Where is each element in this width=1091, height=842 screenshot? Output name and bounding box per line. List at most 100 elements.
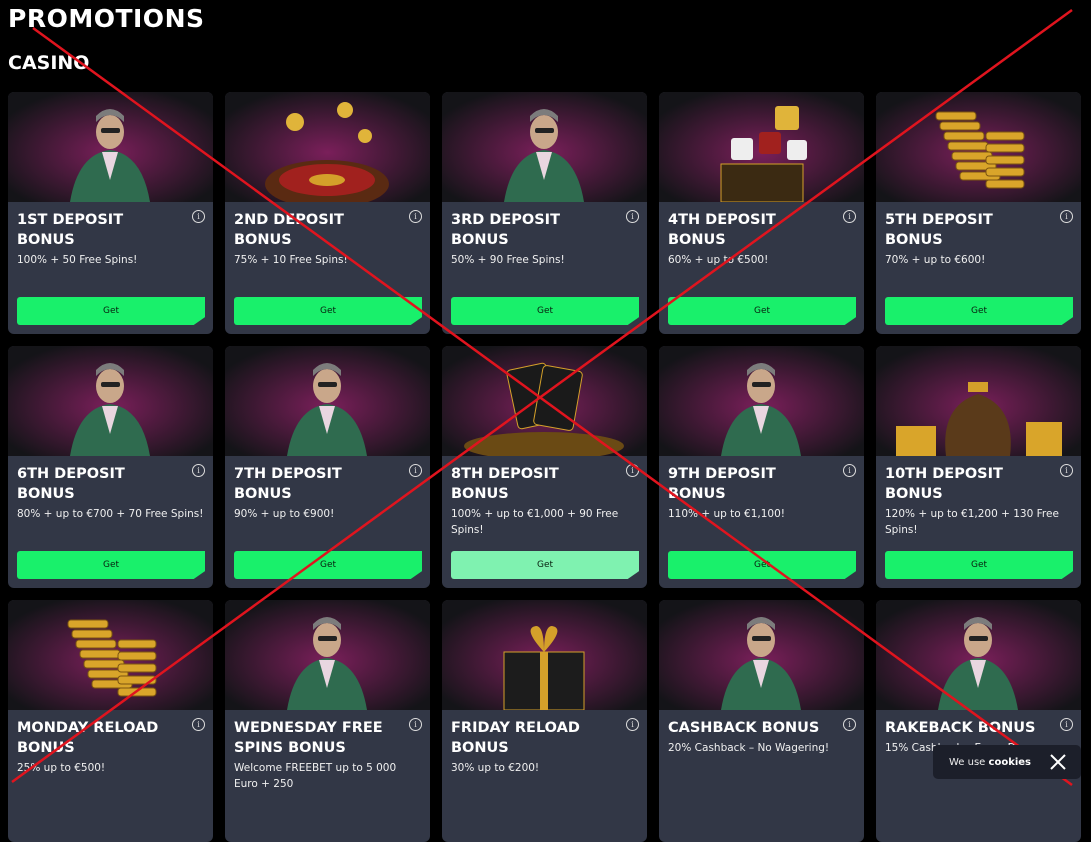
promo-body: 5TH DEPOSIT BONUS 70% + up to €600! i: [876, 202, 1081, 268]
promo-card: CASHBACK BONUS 20% Cashback – No Wagering…: [659, 600, 864, 842]
get-button[interactable]: Get: [234, 297, 422, 325]
info-icon[interactable]: i: [626, 210, 639, 223]
promo-card: FRIDAY RELOAD BONUS 30% up to €200! i: [442, 600, 647, 842]
promo-description: 60% + up to €500!: [668, 254, 769, 266]
promo-body: 6TH DEPOSIT BONUS 80% + up to €700 + 70 F…: [8, 456, 213, 522]
promo-title: 3RD DEPOSIT BONUS: [451, 212, 560, 248]
promo-image: [659, 600, 864, 710]
promo-body: 4TH DEPOSIT BONUS 60% + up to €500! i: [659, 202, 864, 268]
promo-image: [8, 92, 213, 202]
get-button[interactable]: Get: [451, 297, 639, 325]
page-title: PROMOTIONS: [8, 4, 205, 33]
promo-image: [225, 92, 430, 202]
info-icon[interactable]: i: [626, 718, 639, 731]
close-icon[interactable]: [1049, 753, 1067, 771]
info-icon[interactable]: i: [843, 210, 856, 223]
promo-description: Welcome FREEBET up to 5 000 Euro + 250: [234, 762, 397, 790]
promo-body: 1ST DEPOSIT BONUS 100% + 50 Free Spins! i: [8, 202, 213, 268]
promo-title: 6TH DEPOSIT BONUS: [17, 466, 125, 502]
promo-body: MONDAY RELOAD BONUS 25% up to €500! i: [8, 710, 213, 776]
promo-description: 75% + 10 Free Spins!: [234, 254, 348, 266]
promo-title: CASHBACK BONUS: [668, 720, 820, 736]
promo-description: 70% + up to €600!: [885, 254, 986, 266]
promo-image: [225, 346, 430, 456]
promo-card: 7TH DEPOSIT BONUS 90% + up to €900! i Get: [225, 346, 430, 588]
promo-card: RAKEBACK BONUS15% Cashback – Every Dayi: [876, 600, 1081, 842]
info-icon[interactable]: i: [409, 210, 422, 223]
info-icon[interactable]: i: [843, 718, 856, 731]
promo-title: 10TH DEPOSIT BONUS: [885, 466, 1003, 502]
promo-body: 10TH DEPOSIT BONUS 120% + up to €1,200 + …: [876, 456, 1081, 538]
get-button[interactable]: Get: [885, 297, 1073, 325]
info-icon[interactable]: i: [192, 718, 205, 731]
promo-description: 100% + 50 Free Spins!: [17, 254, 138, 266]
get-button[interactable]: Get: [885, 551, 1073, 579]
promo-body: WEDNESDAY FREE SPINS BONUS Welcome FREEBE…: [225, 710, 430, 792]
promo-title: 9TH DEPOSIT BONUS: [668, 466, 776, 502]
promo-image: [659, 92, 864, 202]
promo-card: MONDAY RELOAD BONUS 25% up to €500! i: [8, 600, 213, 842]
get-button[interactable]: Get: [451, 551, 639, 579]
promo-description: 100% + up to €1,000 + 90 Free Spins!: [451, 508, 619, 536]
info-icon[interactable]: i: [1060, 464, 1073, 477]
promotions-grid: 1ST DEPOSIT BONUS 100% + 50 Free Spins! i G…: [8, 92, 1081, 842]
promo-body: 9TH DEPOSIT BONUS 110% + up to €1,100! i: [659, 456, 864, 522]
promo-description: 80% + up to €700 + 70 Free Spins!: [17, 508, 204, 520]
section-title: CASINO: [8, 52, 90, 74]
promo-description: 120% + up to €1,200 + 130 Free Spins!: [885, 508, 1059, 536]
promo-description: 90% + up to €900!: [234, 508, 335, 520]
promo-description: 110% + up to €1,100!: [668, 508, 785, 520]
promo-body: 3RD DEPOSIT BONUS 50% + 90 Free Spins! i: [442, 202, 647, 268]
get-button[interactable]: Get: [668, 297, 856, 325]
promo-description: 30% up to €200!: [451, 762, 540, 774]
info-icon[interactable]: i: [192, 210, 205, 223]
promo-title: 4TH DEPOSIT BONUS: [668, 212, 776, 248]
info-icon[interactable]: i: [409, 464, 422, 477]
get-button[interactable]: Get: [234, 551, 422, 579]
promo-title: 1ST DEPOSIT BONUS: [17, 212, 124, 248]
promo-body: 2ND DEPOSIT BONUS 75% + 10 Free Spins! i: [225, 202, 430, 268]
promo-description: 25% up to €500!: [17, 762, 106, 774]
promo-body: CASHBACK BONUS 20% Cashback – No Wagering…: [659, 710, 864, 756]
promo-title: WEDNESDAY FREE SPINS BONUS: [234, 720, 383, 756]
info-icon[interactable]: i: [409, 718, 422, 731]
promo-image: [8, 346, 213, 456]
promo-image: [442, 600, 647, 710]
get-button[interactable]: Get: [17, 551, 205, 579]
info-icon[interactable]: i: [626, 464, 639, 477]
info-icon[interactable]: i: [843, 464, 856, 477]
promo-card: 10TH DEPOSIT BONUS 120% + up to €1,200 + …: [876, 346, 1081, 588]
promo-card: 8TH DEPOSIT BONUS 100% + up to €1,000 + 9…: [442, 346, 647, 588]
promo-image: [876, 600, 1081, 710]
promo-description: 50% + 90 Free Spins!: [451, 254, 565, 266]
promo-title: RAKEBACK BONUS: [885, 720, 1036, 736]
promo-title: 5TH DEPOSIT BONUS: [885, 212, 993, 248]
cookie-text: We use cookies: [949, 756, 1032, 768]
promo-title: 2ND DEPOSIT BONUS: [234, 212, 344, 248]
info-icon[interactable]: i: [1060, 718, 1073, 731]
info-icon[interactable]: i: [192, 464, 205, 477]
promo-card: 4TH DEPOSIT BONUS 60% + up to €500! i Get: [659, 92, 864, 334]
promo-title: MONDAY RELOAD BONUS: [17, 720, 159, 756]
promo-body: FRIDAY RELOAD BONUS 30% up to €200! i: [442, 710, 647, 776]
info-icon[interactable]: i: [1060, 210, 1073, 223]
promo-card: WEDNESDAY FREE SPINS BONUS Welcome FREEBE…: [225, 600, 430, 842]
promo-card: 6TH DEPOSIT BONUS 80% + up to €700 + 70 F…: [8, 346, 213, 588]
get-button[interactable]: Get: [17, 297, 205, 325]
promo-description: 20% Cashback – No Wagering!: [668, 742, 830, 754]
promo-image: [876, 346, 1081, 456]
promo-title: 7TH DEPOSIT BONUS: [234, 466, 342, 502]
promo-body: 7TH DEPOSIT BONUS 90% + up to €900! i: [225, 456, 430, 522]
promo-image: [225, 600, 430, 710]
promo-title: 8TH DEPOSIT BONUS: [451, 466, 559, 502]
promo-image: [876, 92, 1081, 202]
promo-card: 5TH DEPOSIT BONUS 70% + up to €600! i Get: [876, 92, 1081, 334]
promo-image: [659, 346, 864, 456]
get-button[interactable]: Get: [668, 551, 856, 579]
promo-card: 2ND DEPOSIT BONUS 75% + 10 Free Spins! i Ge…: [225, 92, 430, 334]
promo-title: FRIDAY RELOAD BONUS: [451, 720, 580, 756]
promo-card: 1ST DEPOSIT BONUS 100% + 50 Free Spins! i G…: [8, 92, 213, 334]
promo-image: [442, 346, 647, 456]
cookie-toast: We use cookies: [933, 745, 1081, 779]
promo-card: 3RD DEPOSIT BONUS 50% + 90 Free Spins! i Ge…: [442, 92, 647, 334]
